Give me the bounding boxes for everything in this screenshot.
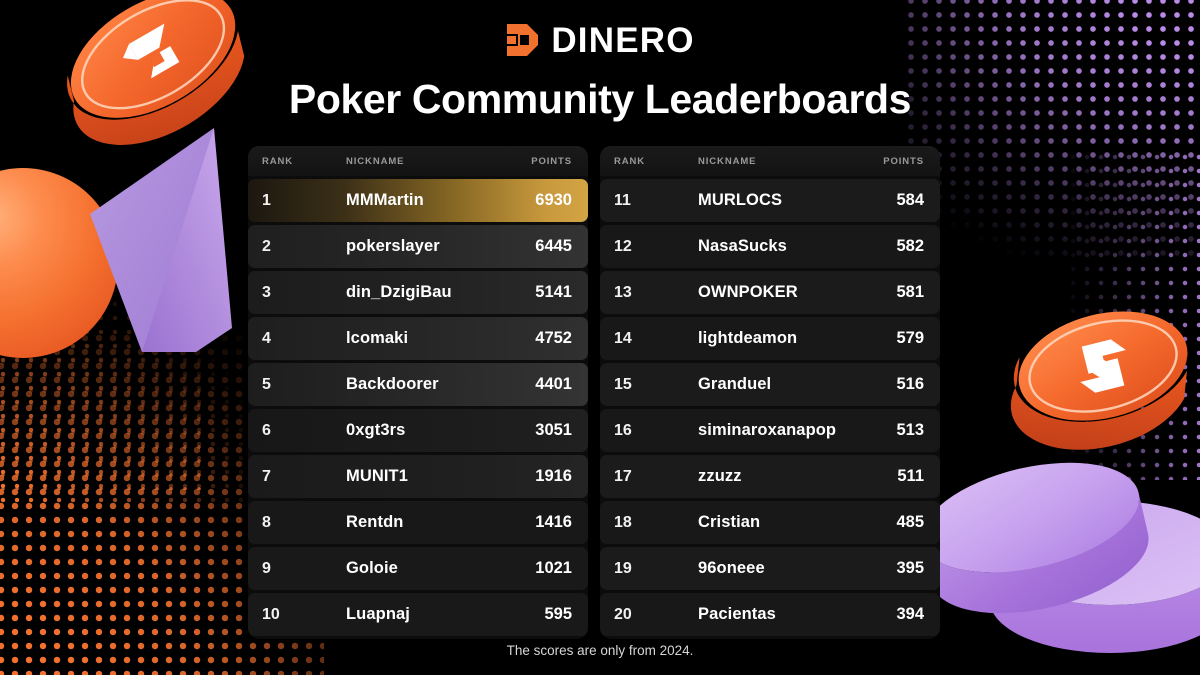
cell-rank: 15	[614, 375, 632, 393]
table-row[interactable]: 11 MURLOCS 584	[600, 179, 940, 222]
cell-points: 4752	[535, 329, 572, 347]
cell-nickname: zzuzz	[698, 467, 742, 485]
table-row[interactable]: 13 OWNPOKER 581	[600, 271, 940, 314]
cell-points: 582	[896, 237, 924, 255]
table-row[interactable]: 3 din_DzigiBau 5141	[248, 271, 588, 314]
leaderboard-table-left: RANK NICKNAME POINTS 1 MMMartin 6930 2 p…	[248, 146, 588, 639]
cell-rank: 7	[262, 467, 271, 485]
cell-points: 6445	[535, 237, 572, 255]
cell-rank: 6	[262, 421, 271, 439]
table-row[interactable]: 10 Luapnaj 595	[248, 593, 588, 636]
table-row[interactable]: 19 96oneee 395	[600, 547, 940, 590]
table-row[interactable]: 7 MUNIT1 1916	[248, 455, 588, 498]
table-row[interactable]: 4 lcomaki 4752	[248, 317, 588, 360]
cell-rank: 19	[614, 559, 632, 577]
cell-nickname: MUNIT1	[346, 467, 409, 485]
cell-points: 6930	[535, 191, 572, 209]
cell-nickname: Backdoorer	[346, 375, 439, 393]
leaderboards-container: RANK NICKNAME POINTS 1 MMMartin 6930 2 p…	[248, 146, 940, 639]
column-header-nickname: NICKNAME	[346, 155, 405, 167]
cell-nickname: lcomaki	[346, 329, 409, 347]
cell-rank: 11	[614, 191, 631, 209]
cell-nickname: Granduel	[698, 375, 772, 393]
table-row[interactable]: 12 NasaSucks 582	[600, 225, 940, 268]
column-header-rank: RANK	[262, 155, 294, 167]
cell-rank: 4	[262, 329, 271, 347]
cell-rank: 3	[262, 283, 271, 301]
cell-nickname: pokerslayer	[346, 237, 440, 255]
cell-rank: 16	[614, 421, 632, 439]
table-row[interactable]: 16 siminaroxanapop 513	[600, 409, 940, 452]
cell-rank: 17	[614, 467, 632, 485]
table-row[interactable]: 18 Cristian 485	[600, 501, 940, 544]
cell-points: 5141	[535, 283, 572, 301]
cell-rank: 1	[262, 191, 271, 209]
cell-points: 4401	[535, 375, 572, 393]
cell-points: 584	[896, 191, 924, 209]
cell-rank: 2	[262, 237, 271, 255]
cell-nickname: NasaSucks	[698, 237, 787, 255]
table-row[interactable]: 15 Granduel 516	[600, 363, 940, 406]
cell-nickname: OWNPOKER	[698, 283, 798, 301]
table-row[interactable]: 8 Rentdn 1416	[248, 501, 588, 544]
cell-points: 516	[896, 375, 924, 393]
cell-points: 1021	[535, 559, 572, 577]
cell-points: 1916	[535, 467, 572, 485]
cell-nickname: Goloie	[346, 559, 398, 577]
table-row[interactable]: 20 Pacientas 394	[600, 593, 940, 636]
column-header-points: POINTS	[531, 155, 572, 167]
table-row[interactable]: 17 zzuzz 511	[600, 455, 940, 498]
table-body-left: 1 MMMartin 6930 2 pokerslayer 6445 3 din…	[248, 176, 588, 636]
table-row[interactable]: 2 pokerslayer 6445	[248, 225, 588, 268]
brand-header: DINERO	[0, 22, 1200, 58]
cell-points: 395	[896, 559, 924, 577]
table-header-right: RANK NICKNAME POINTS	[600, 146, 940, 176]
table-row[interactable]: 5 Backdoorer 4401	[248, 363, 588, 406]
cell-rank: 18	[614, 513, 632, 531]
table-body-right: 11 MURLOCS 584 12 NasaSucks 582 13 OWNPO…	[600, 176, 940, 636]
leaderboard-page: DINERO Poker Community Leaderboards RANK…	[0, 0, 1200, 675]
cell-points: 3051	[535, 421, 572, 439]
cell-nickname: Rentdn	[346, 513, 404, 531]
page-title: Poker Community Leaderboards	[288, 76, 912, 122]
cell-nickname: din_DzigiBau	[346, 283, 452, 301]
dinero-d-logo-icon	[505, 22, 539, 58]
cell-nickname: siminaroxanapop	[698, 421, 837, 439]
cell-points: 513	[896, 421, 924, 439]
table-row[interactable]: 6 0xgt3rs 3051	[248, 409, 588, 452]
cell-nickname: MURLOCS	[698, 191, 783, 209]
cell-rank: 20	[614, 605, 632, 623]
brand-name: DINERO	[551, 20, 695, 60]
cell-points: 511	[897, 467, 924, 485]
cell-points: 394	[896, 605, 924, 623]
cell-nickname: 96oneee	[698, 559, 765, 577]
table-row[interactable]: 1 MMMartin 6930	[248, 179, 588, 222]
cell-nickname: MMMartin	[346, 191, 424, 209]
cell-nickname: 0xgt3rs	[346, 421, 406, 439]
footnote: The scores are only from 2024.	[506, 643, 694, 658]
cell-nickname: Cristian	[698, 513, 761, 531]
leaderboard-table-right: RANK NICKNAME POINTS 11 MURLOCS 584 12 N…	[600, 146, 940, 639]
cell-rank: 5	[262, 375, 271, 393]
cell-rank: 8	[262, 513, 271, 531]
cell-rank: 10	[262, 605, 280, 623]
cell-nickname: Luapnaj	[346, 605, 410, 623]
cell-nickname: lightdeamon	[698, 329, 798, 347]
cell-points: 485	[896, 513, 924, 531]
cell-rank: 14	[614, 329, 632, 347]
cell-rank: 13	[614, 283, 632, 301]
table-row[interactable]: 9 Goloie 1021	[248, 547, 588, 590]
cell-nickname: Pacientas	[698, 605, 776, 623]
column-header-nickname: NICKNAME	[698, 155, 757, 167]
column-header-points: POINTS	[883, 155, 924, 167]
cell-points: 579	[896, 329, 924, 347]
cell-points: 1416	[535, 513, 572, 531]
table-row[interactable]: 14 lightdeamon 579	[600, 317, 940, 360]
table-header-left: RANK NICKNAME POINTS	[248, 146, 588, 176]
cell-rank: 9	[262, 559, 271, 577]
column-header-rank: RANK	[614, 155, 646, 167]
cell-rank: 12	[614, 237, 632, 255]
cell-points: 581	[896, 283, 924, 301]
cell-points: 595	[544, 605, 572, 623]
